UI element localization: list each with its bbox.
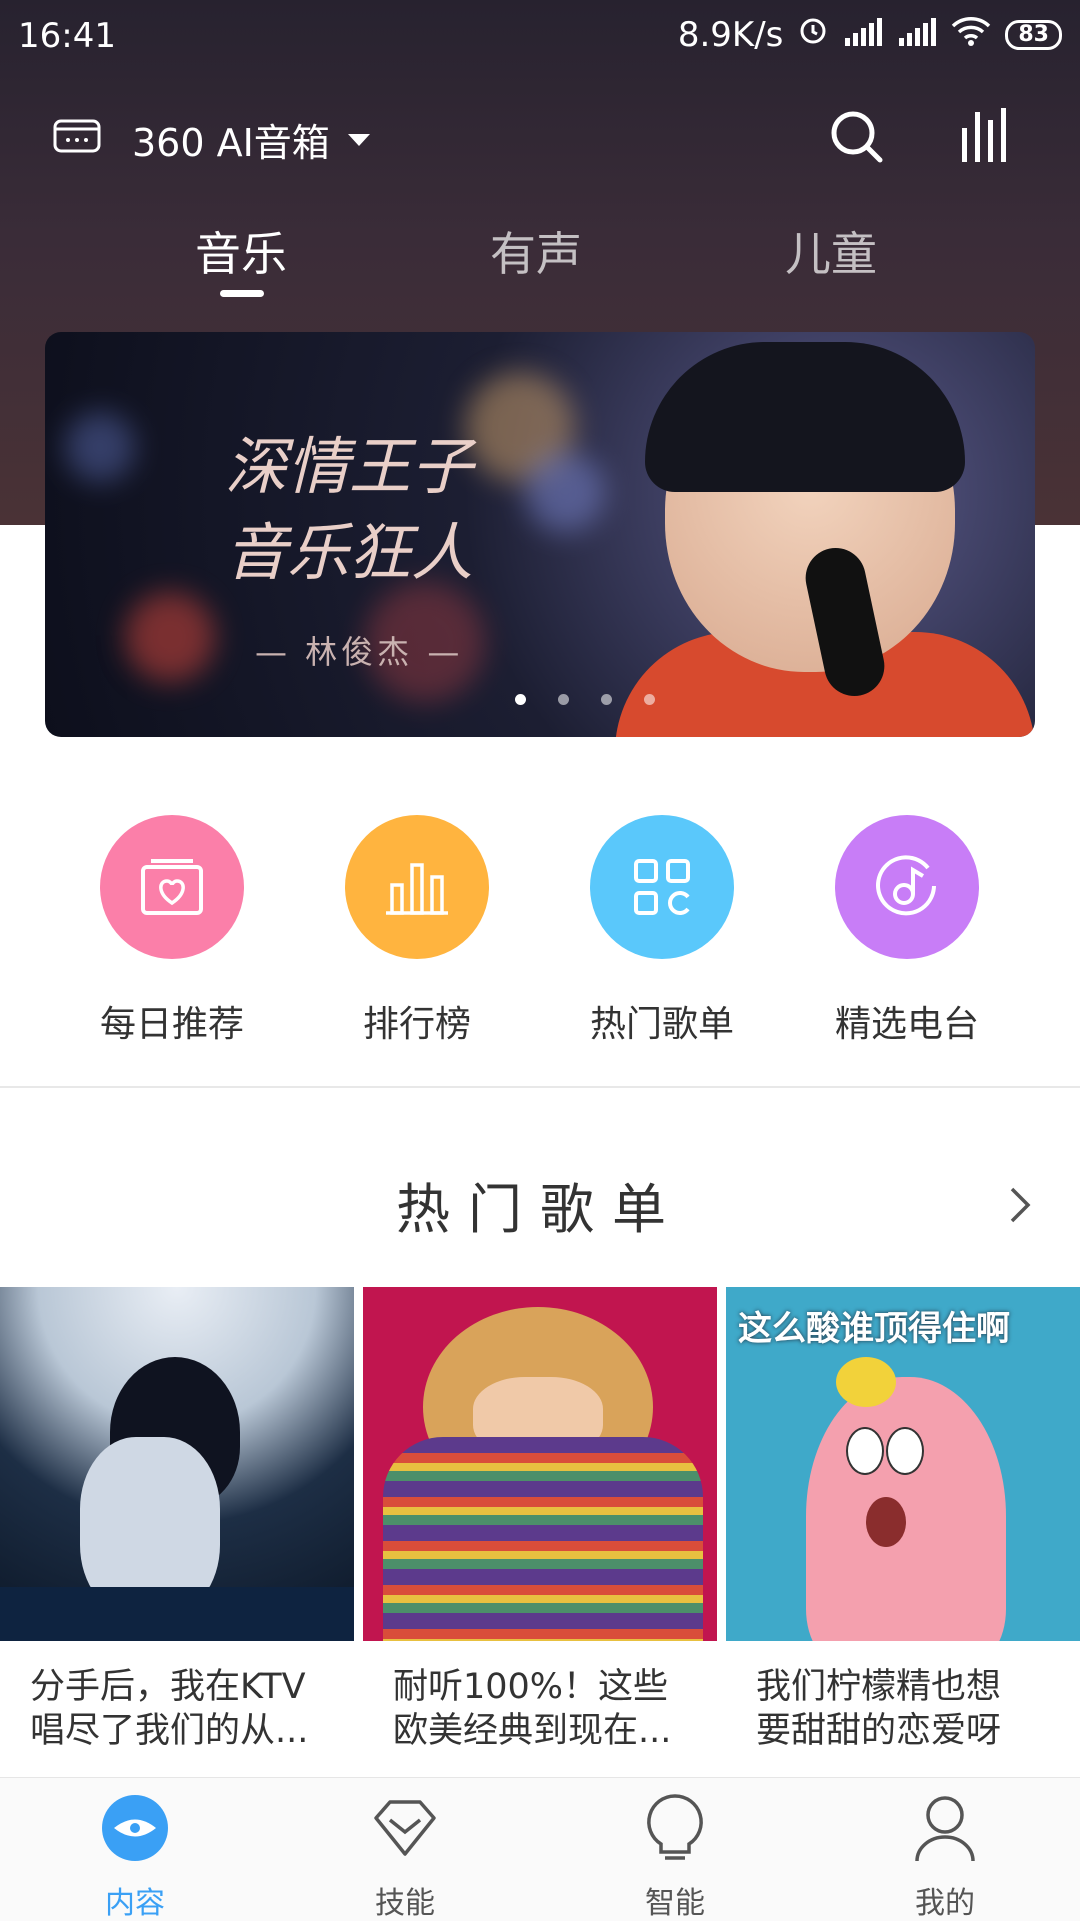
quick-actions: 每日推荐 排行榜 热门歌单 精选电台 <box>0 815 1080 1045</box>
diamond-icon <box>320 1788 490 1868</box>
tab-kids[interactable]: 儿童 <box>785 218 877 284</box>
pagination-dot[interactable] <box>601 694 612 705</box>
banner-headline: 深情王子 音乐狂人 <box>225 424 473 596</box>
playlist-cover <box>363 1287 717 1641</box>
top-bar: 360 AI音箱 <box>0 90 1080 185</box>
playlist-title-line-2: 唱尽了我们的从... <box>30 1711 309 1751</box>
playlist-cover-caption: 这么酸谁顶得住啊 <box>738 1309 1010 1349</box>
nav-label: 我的 <box>915 1886 975 1921</box>
banner-line-1: 深情王子 <box>225 430 474 503</box>
banner-figure-hair <box>645 342 965 492</box>
user-icon <box>860 1788 1030 1868</box>
quick-radio[interactable]: 精选电台 <box>807 815 1007 1047</box>
playlist-cover: 这么酸谁顶得住啊 <box>726 1287 1080 1641</box>
quick-charts[interactable]: 排行榜 <box>317 815 517 1047</box>
pagination-dot[interactable] <box>558 694 569 705</box>
pagination-dot[interactable] <box>515 694 526 705</box>
bulb-icon <box>590 1788 760 1868</box>
alarm-icon <box>797 14 829 55</box>
category-tabs: 音乐 有声 儿童 <box>0 210 1080 300</box>
section-divider <box>0 1086 1080 1088</box>
playlist-title-line-2: 欧美经典到现在... <box>393 1711 672 1751</box>
playlist-cover <box>0 1287 354 1641</box>
active-tab-indicator <box>220 290 264 297</box>
tab-audio[interactable]: 有声 <box>490 218 582 284</box>
playlist-title-line-1: 分手后，我在KTV <box>30 1667 306 1707</box>
calendar-heart-icon <box>100 815 244 959</box>
section-title: 热门歌单 <box>396 1178 684 1241</box>
device-selector[interactable]: 360 AI音箱 <box>52 112 370 167</box>
wifi-icon <box>951 15 991 55</box>
quick-label: 每日推荐 <box>99 1004 244 1045</box>
banner-pagination <box>515 694 655 705</box>
nav-content[interactable]: 内容 <box>50 1788 220 1922</box>
nav-label: 智能 <box>645 1886 705 1921</box>
signal-icon <box>843 15 883 55</box>
status-right: 8.9K/s 83 <box>678 14 1062 55</box>
banner-subtitle: — 林俊杰 — <box>255 633 464 671</box>
tab-music[interactable]: 音乐 <box>195 218 287 284</box>
now-playing-icon[interactable] <box>958 108 1010 170</box>
signal-icon-2 <box>897 15 937 55</box>
chevron-right-icon[interactable] <box>1008 1185 1032 1229</box>
status-bar: 16:41 8.9K/s 83 <box>0 0 1080 72</box>
nav-label: 内容 <box>105 1886 165 1921</box>
playlist-title-line-1: 我们柠檬精也想 <box>756 1667 1002 1707</box>
net-speed: 8.9K/s <box>677 14 784 55</box>
search-icon[interactable] <box>828 108 886 170</box>
nav-skills[interactable]: 技能 <box>320 1788 490 1922</box>
top-actions <box>828 108 1010 170</box>
promo-banner[interactable]: 深情王子 音乐狂人 — 林俊杰 — <box>45 332 1035 737</box>
grid-icon <box>590 815 734 959</box>
playlist-card[interactable]: 分手后，我在KTV 唱尽了我们的从... <box>0 1287 354 1753</box>
eye-icon <box>50 1788 220 1868</box>
speaker-icon <box>52 115 102 164</box>
quick-hot-playlists[interactable]: 热门歌单 <box>562 815 762 1047</box>
quick-label: 排行榜 <box>362 1004 471 1045</box>
nav-profile[interactable]: 我的 <box>860 1788 1030 1922</box>
status-time: 16:41 <box>18 16 116 56</box>
playlist-title-line-2: 要甜甜的恋爱呀 <box>756 1711 1002 1751</box>
playlist-card[interactable]: 这么酸谁顶得住啊 我们柠檬精也想 要甜甜的恋爱呀 <box>726 1287 1080 1753</box>
playlist-title-line-1: 耐听100%！这些 <box>393 1667 669 1707</box>
playlist-cards: 分手后，我在KTV 唱尽了我们的从... 耐听100%！这些 欧美经典到现在..… <box>0 1287 1080 1762</box>
music-disc-icon <box>835 815 979 959</box>
banner-line-2: 音乐狂人 <box>225 516 474 589</box>
playlist-card[interactable]: 耐听100%！这些 欧美经典到现在... <box>363 1287 717 1753</box>
playlist-title: 分手后，我在KTV 唱尽了我们的从... <box>0 1641 354 1753</box>
device-name: 360 AI音箱 <box>132 121 330 165</box>
playlist-title: 耐听100%！这些 欧美经典到现在... <box>363 1641 717 1753</box>
nav-smart[interactable]: 智能 <box>590 1788 760 1922</box>
quick-label: 精选电台 <box>834 1004 979 1045</box>
playlist-title: 我们柠檬精也想 要甜甜的恋爱呀 <box>726 1641 1080 1753</box>
quick-daily-recommend[interactable]: 每日推荐 <box>72 815 272 1047</box>
bar-chart-icon <box>345 815 489 959</box>
battery-indicator: 83 <box>1005 19 1062 50</box>
pagination-dot[interactable] <box>644 694 655 705</box>
bottom-navigation: 内容 技能 智能 我的 <box>0 1777 1080 1921</box>
dropdown-caret-icon <box>347 133 370 146</box>
nav-label: 技能 <box>375 1886 435 1921</box>
quick-label: 热门歌单 <box>589 1004 734 1045</box>
